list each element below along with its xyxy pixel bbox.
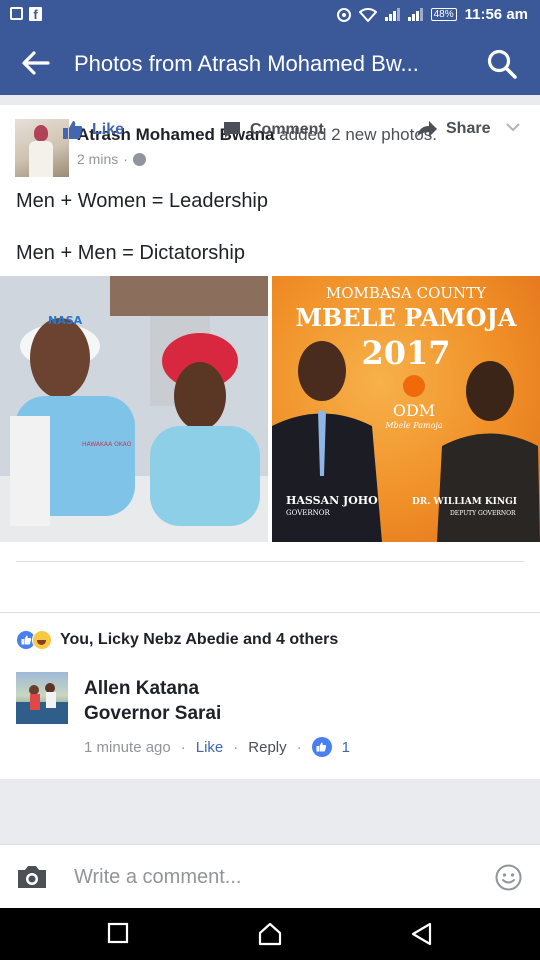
like-button[interactable]: Like: [62, 120, 124, 140]
clock: 11:56 am: [464, 6, 528, 23]
wifi-icon: [358, 7, 377, 22]
share-button[interactable]: Share: [416, 120, 490, 138]
photo-2-year: 2017: [361, 334, 450, 372]
comment-meta: 1 minute ago · Like · Reply · 1: [84, 737, 350, 757]
photo-2-party: ODM: [393, 401, 435, 420]
page-title: Photos from Atrash Mohamed Bw...: [74, 51, 419, 76]
post-photo-1[interactable]: NASA HAWAKAA OKAO: [0, 276, 268, 542]
comment-reply-button[interactable]: Reply: [248, 739, 286, 756]
sync-icon: [336, 7, 351, 22]
comment-composer: [0, 844, 540, 908]
comment-like-button[interactable]: Like: [196, 739, 224, 756]
app-bar: Photos from Atrash Mohamed Bw...: [0, 32, 540, 95]
haha-reaction-icon: [32, 630, 52, 650]
gallery-notification-icon: [10, 7, 23, 20]
commenter-avatar[interactable]: [16, 672, 68, 724]
photo-2-slogan: MBELE PAMOJA: [295, 303, 516, 332]
comment-like-reaction-icon[interactable]: [311, 737, 332, 757]
divider: [0, 612, 540, 613]
comment-like-count: 1: [341, 738, 350, 756]
post-meta: 2 mins ·: [77, 151, 146, 167]
thumbs-up-icon: [63, 121, 83, 139]
photo-2-candidate-1-role: GOVERNOR: [286, 509, 331, 517]
post-text-line-1: Men + Women = Leadership: [16, 190, 269, 212]
commenter-name[interactable]: Allen Katana: [84, 678, 199, 700]
photo-2-party-slogan: Mbele Pamoja: [384, 421, 443, 430]
like-label: Like: [92, 121, 125, 138]
signal-icon-2: [407, 8, 423, 21]
back-nav-icon[interactable]: [410, 922, 432, 946]
photo-2-county: MOMBASA COUNTY: [326, 284, 487, 302]
battery-indicator: 48%: [430, 8, 457, 21]
post-card: Atrash Mohamed Bwana added 2 new photos.…: [0, 105, 540, 779]
share-icon: [417, 121, 437, 137]
photo-1-shirt-text: HAWAKAA OKAO: [82, 441, 132, 448]
divider: [16, 561, 524, 562]
signal-icon: [384, 8, 400, 21]
chevron-down-icon[interactable]: [505, 121, 521, 133]
comment-text: Governor Sarai: [84, 703, 222, 724]
camera-icon[interactable]: [16, 864, 48, 890]
emoji-icon[interactable]: [495, 864, 522, 891]
recents-icon[interactable]: [107, 922, 129, 944]
photo-2-candidate-2: DR. WILLIAM KINGI: [412, 497, 517, 507]
globe-icon: [132, 152, 146, 166]
photo-2-art: MOMBASA COUNTY MBELE PAMOJA 2017 ODM Mbe…: [272, 284, 540, 542]
facebook-notification-icon: f: [29, 7, 42, 22]
comment-icon: [224, 122, 240, 138]
comment-label: Comment: [250, 121, 324, 138]
comment-button[interactable]: Comment: [222, 120, 324, 140]
comment-input[interactable]: [74, 859, 474, 895]
post-text-line-2: Men + Men = Dictatorship: [16, 242, 245, 264]
share-label: Share: [446, 120, 491, 137]
home-icon[interactable]: [258, 922, 282, 946]
post-photo-2[interactable]: MOMBASA COUNTY MBELE PAMOJA 2017 ODM Mbe…: [272, 276, 540, 542]
android-nav-bar: [0, 908, 540, 960]
status-bar: f 48% 11:56 am: [0, 0, 540, 32]
photo-2-candidate-2-role: DEPUTY GOVERNOR: [450, 510, 516, 517]
photo-2-candidate-1: HASSAN JOHO: [286, 494, 378, 507]
photo-1-cap-text: NASA: [48, 314, 83, 327]
reactions-summary[interactable]: You, Licky Nebz Abedie and 4 others: [16, 630, 338, 650]
back-arrow-icon[interactable]: [20, 50, 50, 76]
post-timestamp[interactable]: 2 mins: [77, 151, 118, 167]
poster-avatar[interactable]: [15, 119, 69, 177]
reactions-text: You, Licky Nebz Abedie and 4 others: [60, 631, 339, 648]
photo-1-art: NASA HAWAKAA OKAO: [0, 276, 268, 542]
search-icon[interactable]: [486, 48, 518, 80]
comment-time: 1 minute ago: [84, 738, 171, 756]
